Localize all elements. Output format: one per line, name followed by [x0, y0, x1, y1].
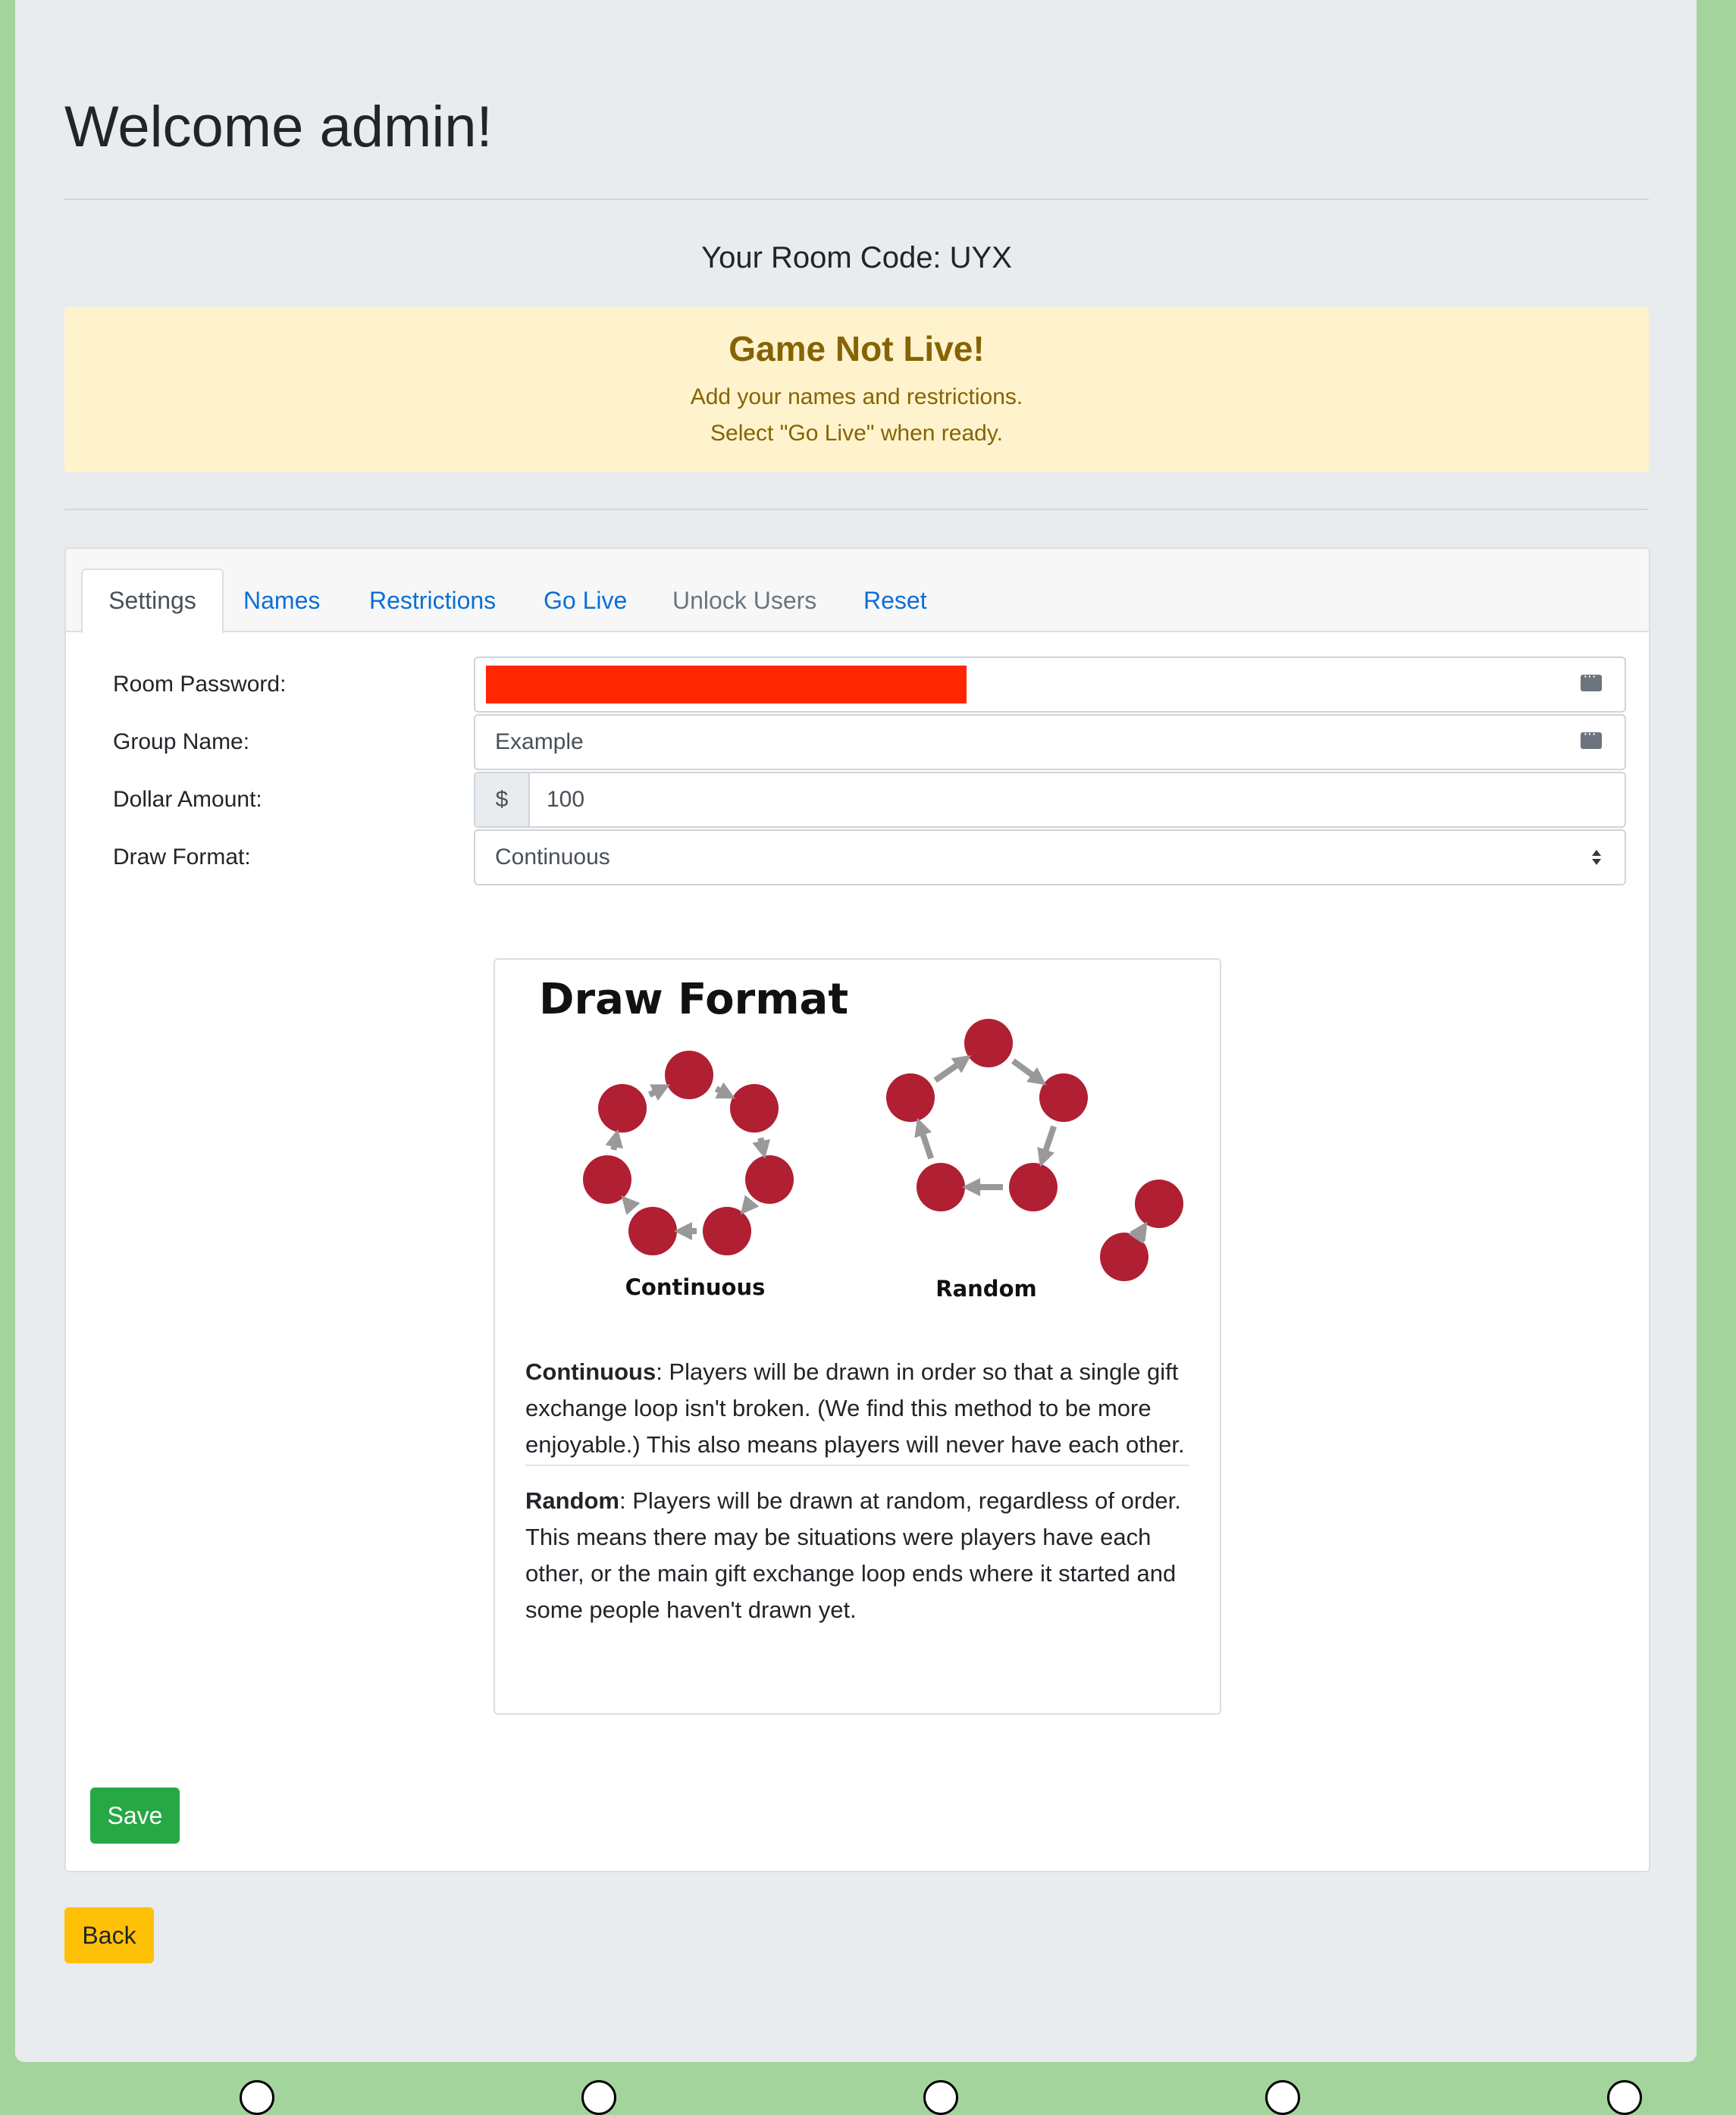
room-code-label: Your Room Code:: [701, 241, 942, 274]
random-player-circle: [1039, 1073, 1088, 1122]
alert-line-1: Add your names and restrictions.: [690, 384, 1023, 409]
game-not-live-alert: Game Not Live! Add your names and restri…: [64, 307, 1649, 472]
password-row: Room Password:: [66, 656, 1649, 713]
random-text: : Players will be drawn at random, regar…: [525, 1487, 1181, 1623]
tab-names[interactable]: Names: [243, 570, 320, 631]
continuous-arrow: [740, 1195, 760, 1215]
select-caret-icon: [1592, 850, 1601, 865]
dollar-amount-label: Dollar Amount:: [113, 787, 262, 812]
continuous-player-circle: [628, 1207, 677, 1255]
continuous-player-circle: [665, 1051, 713, 1099]
continuous-player-circle: [703, 1207, 751, 1255]
decorative-circle: [1607, 2080, 1642, 2115]
random-player-circle: [964, 1019, 1013, 1067]
decorative-circle: [1265, 2080, 1300, 2115]
tab-reset[interactable]: Reset: [863, 570, 927, 631]
decorative-circle: [581, 2080, 616, 2115]
random-player-circle: [1135, 1180, 1183, 1228]
room-code-value: UYX: [949, 241, 1012, 274]
tab-unlock-users: Unlock Users: [672, 587, 817, 614]
random-arrow: [914, 1117, 934, 1160]
draw-format-row: Draw Format: Continuous: [66, 829, 1649, 885]
draw-format-value: Continuous: [495, 844, 610, 870]
continuous-player-circle: [598, 1084, 647, 1133]
tab-go-live[interactable]: Go Live: [544, 570, 627, 631]
divider: [64, 509, 1649, 510]
draw-format-info-box: Draw Format Continuous Random Continuous…: [494, 958, 1221, 1715]
random-arrow: [1011, 1058, 1047, 1086]
dollar-amount-value: 100: [547, 787, 585, 812]
group-name-row: Group Name: Example: [66, 714, 1649, 770]
continuous-player-circle: [745, 1155, 794, 1204]
settings-card: Settings Names Restrictions Go Live Unlo…: [64, 547, 1650, 1872]
random-loop: [886, 1019, 1183, 1281]
continuous-term: Continuous: [525, 1358, 656, 1385]
continuous-caption: Continuous: [625, 1274, 766, 1300]
password-manager-icon[interactable]: [1581, 668, 1602, 691]
dollar-row: Dollar Amount: $ 100: [66, 772, 1649, 828]
continuous-arrow: [714, 1082, 736, 1099]
random-arrow: [1128, 1221, 1148, 1245]
tab-bar: Settings Names Restrictions Go Live Unlo…: [66, 549, 1649, 634]
continuous-description: Continuous: Players will be drawn in ord…: [525, 1354, 1192, 1463]
continuous-loop: [583, 1051, 794, 1255]
random-arrow: [933, 1055, 972, 1083]
decorative-circle: [240, 2080, 274, 2115]
random-player-circle: [1100, 1233, 1148, 1281]
group-name-field[interactable]: Example: [474, 714, 1626, 770]
dollar-amount-field[interactable]: $ 100: [474, 772, 1626, 828]
draw-format-diagram: Continuous Random: [583, 1019, 1183, 1302]
password-field[interactable]: [474, 656, 1626, 713]
random-player-circle: [1009, 1163, 1058, 1211]
divider: [525, 1465, 1189, 1466]
room-code-line: Your Room Code: UYX: [64, 241, 1649, 275]
redacted-password: [486, 666, 967, 703]
dollar-prefix: $: [475, 773, 530, 826]
random-player-circle: [886, 1073, 935, 1122]
continuous-arrow: [647, 1084, 670, 1101]
group-name-value: Example: [495, 729, 584, 754]
continuous-player-circle: [583, 1155, 631, 1204]
random-arrow: [1037, 1125, 1057, 1167]
tab-restrictions[interactable]: Restrictions: [369, 570, 496, 631]
continuous-arrow: [752, 1137, 770, 1159]
alert-line-2: Select "Go Live" when ready.: [710, 420, 1003, 446]
random-caption: Random: [935, 1276, 1036, 1302]
password-manager-icon[interactable]: [1581, 725, 1602, 749]
draw-format-label: Draw Format:: [113, 844, 251, 870]
alert-title: Game Not Live!: [729, 329, 985, 368]
save-button[interactable]: Save: [90, 1788, 180, 1844]
continuous-arrow: [605, 1129, 623, 1151]
divider: [64, 199, 1649, 200]
tab-settings[interactable]: Settings: [81, 569, 224, 634]
random-player-circle: [917, 1163, 965, 1211]
page-title: Welcome admin!: [64, 95, 493, 159]
random-description: Random: Players will be drawn at random,…: [525, 1483, 1192, 1628]
back-button[interactable]: Back: [64, 1907, 154, 1963]
draw-format-select[interactable]: Continuous: [474, 829, 1626, 885]
group-name-label: Group Name:: [113, 729, 250, 754]
decorative-circle: [923, 2080, 958, 2115]
continuous-arrow: [621, 1195, 641, 1215]
random-term: Random: [525, 1487, 619, 1514]
password-label: Room Password:: [113, 672, 287, 697]
continuous-player-circle: [730, 1084, 779, 1133]
